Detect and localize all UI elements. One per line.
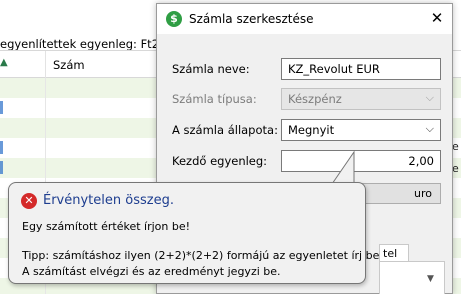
chevron-down-icon: ⌵ <box>425 91 434 104</box>
account-status-label: A számla állapota: <box>172 123 278 137</box>
row-divider <box>45 118 46 138</box>
account-status-value: Megnyit <box>288 123 335 137</box>
account-type-value: Készpénz <box>288 92 342 106</box>
money-icon: $ <box>166 11 182 27</box>
row-marker <box>0 141 3 154</box>
chevron-down-icon[interactable]: ⌵ <box>426 122 434 136</box>
validation-tooltip: ✕ Érvénytelen összeg. Egy számított érté… <box>8 182 379 284</box>
row-marker <box>0 161 3 174</box>
opening-balance-input[interactable]: 2,00 <box>281 150 441 172</box>
account-name-label: Számla neve: <box>172 62 250 76</box>
row-marker <box>0 101 3 114</box>
column-divider[interactable] <box>45 51 46 79</box>
account-name-input[interactable]: KZ_Revolut EUR <box>281 58 441 80</box>
dialog-titlebar[interactable]: $ Számla szerkesztése ✕ <box>157 4 452 34</box>
tooltip-hint: Tipp: számításhoz ilyen (2+2)*(2+2) form… <box>22 249 380 262</box>
tab-panel <box>379 261 445 294</box>
background-fragment: e <box>452 140 459 153</box>
background-fragment: e <box>452 162 459 175</box>
tooltip-hint-2: A számítást elvégzi és az eredményt jegy… <box>22 265 281 278</box>
scroll-arrow-icon[interactable]: ▼ <box>427 274 434 284</box>
opening-balance-label: Kezdő egyenleg: <box>172 154 268 168</box>
sort-icon[interactable]: ▲ <box>0 57 8 68</box>
account-status-select[interactable]: Megnyit ⌵ <box>281 119 441 141</box>
close-button[interactable]: ✕ <box>422 4 452 34</box>
error-icon: ✕ <box>21 193 37 209</box>
account-type-select[interactable]: Készpénz ⌵ <box>281 88 441 110</box>
account-type-label: Számla típusa: <box>172 92 257 106</box>
row-divider <box>45 158 46 178</box>
tooltip-tail <box>331 150 355 185</box>
row-divider <box>45 138 46 158</box>
dialog-title: Számla szerkesztése <box>189 12 314 26</box>
column-header-number[interactable]: Szám <box>53 58 85 72</box>
tooltip-title: Érvénytelen összeg. <box>43 193 174 208</box>
row-divider <box>45 98 46 118</box>
tooltip-message: Egy számított értéket írjon be! <box>22 220 191 233</box>
row-divider <box>45 78 46 98</box>
tab-partial[interactable]: tel <box>379 244 409 262</box>
